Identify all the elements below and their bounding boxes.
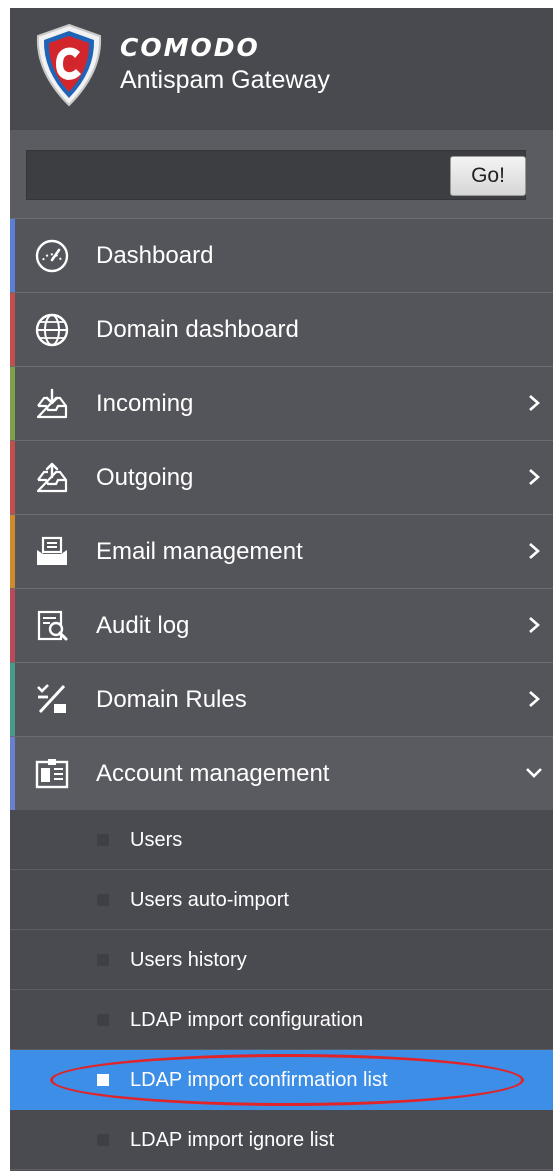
bullet-icon <box>97 834 109 846</box>
sidebar: COMODO Antispam Gateway Go! Dashboard Do… <box>10 8 553 1171</box>
menu-accent-bar <box>10 737 15 810</box>
submenu-item-ldap-import-configuration[interactable]: LDAP import configuration <box>10 990 553 1050</box>
menu-item-dashboard[interactable]: Dashboard <box>10 219 553 293</box>
menu-item-label: Domain Rules <box>96 686 247 713</box>
bullet-icon <box>97 1014 109 1026</box>
bullet-icon <box>97 1134 109 1146</box>
submenu-item-label: Users auto-import <box>130 889 289 911</box>
chevron-right-icon <box>529 617 540 633</box>
search-bar: Go! <box>10 130 553 219</box>
submenu-item-users-history[interactable]: Users history <box>10 930 553 990</box>
menu-item-label: Dashboard <box>96 242 214 269</box>
menu-accent-bar <box>10 219 15 292</box>
menu-item-label: Account management <box>96 760 330 787</box>
submenu-item-label: Users history <box>130 949 247 971</box>
brand-block: COMODO Antispam Gateway <box>120 34 330 96</box>
brand-name: COMODO <box>120 33 260 62</box>
menu-accent-bar <box>10 663 15 736</box>
account-management-submenu: Users Users auto-import Users history LD… <box>10 810 553 1170</box>
menu-accent-bar <box>10 367 15 440</box>
percent-rules-icon <box>34 682 70 718</box>
chevron-down-icon <box>526 768 542 778</box>
menu-item-label: Audit log <box>96 612 190 639</box>
menu-accent-bar <box>10 293 15 366</box>
menu-item-label: Email management <box>96 538 303 565</box>
menu-item-label: Domain dashboard <box>96 316 299 343</box>
bullet-icon <box>97 1074 109 1086</box>
menu-item-label: Incoming <box>96 390 194 417</box>
chevron-right-icon <box>529 469 540 485</box>
app-header: COMODO Antispam Gateway <box>10 8 553 130</box>
gauge-icon <box>34 238 70 274</box>
menu-item-incoming[interactable]: Incoming <box>10 367 553 441</box>
submenu-item-users[interactable]: Users <box>10 810 553 870</box>
menu-accent-bar <box>10 441 15 514</box>
go-button[interactable]: Go! <box>450 156 526 196</box>
chevron-right-icon <box>529 691 540 707</box>
menu-item-audit-log[interactable]: Audit log <box>10 589 553 663</box>
bullet-icon <box>97 894 109 906</box>
chevron-right-icon <box>529 395 540 411</box>
menu-item-outgoing[interactable]: Outgoing <box>10 441 553 515</box>
menu-accent-bar <box>10 589 15 662</box>
submenu-item-users-auto-import[interactable]: Users auto-import <box>10 870 553 930</box>
chevron-right-icon <box>529 543 540 559</box>
bullet-icon <box>97 954 109 966</box>
comodo-shield-logo[interactable] <box>30 22 108 108</box>
submenu-item-ldap-import-ignore-list[interactable]: LDAP import ignore list <box>10 1110 553 1170</box>
outbox-upload-icon <box>34 460 70 496</box>
product-name: Antispam Gateway <box>120 66 330 94</box>
submenu-item-label: LDAP import confirmation list <box>130 1069 388 1091</box>
menu-item-email-management[interactable]: Email management <box>10 515 553 589</box>
inbox-download-icon <box>34 386 70 422</box>
document-search-icon <box>34 608 70 644</box>
menu-item-account-management[interactable]: Account management <box>10 737 553 811</box>
submenu-item-label: Users <box>130 829 183 851</box>
menu-accent-bar <box>10 515 15 588</box>
menu-item-domain-dashboard[interactable]: Domain dashboard <box>10 293 553 367</box>
id-card-icon <box>34 756 70 792</box>
submenu-item-label: LDAP import ignore list <box>130 1129 335 1151</box>
submenu-item-ldap-import-confirmation-list[interactable]: LDAP import confirmation list <box>10 1050 553 1110</box>
globe-icon <box>34 312 70 348</box>
submenu-item-label: LDAP import configuration <box>130 1009 364 1031</box>
main-menu: Dashboard Domain dashboard Incoming Outg… <box>10 219 553 811</box>
envelope-tray-icon <box>34 534 70 570</box>
menu-item-domain-rules[interactable]: Domain Rules <box>10 663 553 737</box>
menu-item-label: Outgoing <box>96 464 194 491</box>
